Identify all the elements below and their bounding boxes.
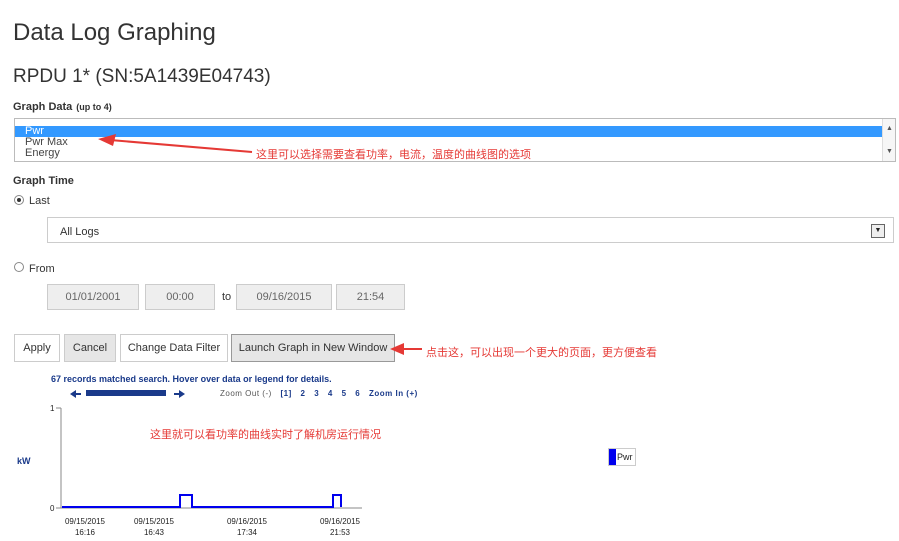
radio-last[interactable] bbox=[14, 195, 24, 205]
launch-graph-button[interactable]: Launch Graph in New Window bbox=[231, 334, 395, 362]
to-label: to bbox=[222, 291, 232, 303]
radio-last-label: Last bbox=[29, 195, 50, 207]
y-tick-label-0: 0 bbox=[50, 504, 55, 513]
y-axis-label: kW bbox=[17, 456, 31, 466]
records-text: 67 records matched search. Hover over da… bbox=[51, 374, 332, 384]
x-tick-date-0: 09/15/2015 bbox=[64, 517, 106, 526]
x-tick-label-2: 09/16/2015 17:34 bbox=[212, 516, 282, 538]
radio-from-label: From bbox=[29, 263, 55, 275]
legend-label: Pwr bbox=[617, 452, 633, 462]
x-tick-time-0: 16:16 bbox=[74, 528, 96, 537]
legend-swatch bbox=[609, 449, 616, 465]
x-tick-time-3: 21:53 bbox=[329, 528, 351, 537]
x-tick-date-1: 09/15/2015 bbox=[133, 517, 175, 526]
zoom-level-5[interactable]: 5 bbox=[342, 389, 347, 398]
from-time-field[interactable]: 00:00 bbox=[145, 284, 215, 310]
list-annotation: 这里可以选择需要查看功率，电流，温度的曲线图的选项 bbox=[256, 149, 531, 161]
pan-range-bar[interactable] bbox=[86, 390, 166, 396]
pan-right-icon[interactable] bbox=[174, 390, 185, 398]
page-title: Data Log Graphing bbox=[13, 19, 216, 46]
zoom-level-3[interactable]: 3 bbox=[314, 389, 319, 398]
series-pwr-line[interactable] bbox=[62, 494, 342, 508]
zoom-level-2[interactable]: 2 bbox=[301, 389, 306, 398]
launch-annotation-arrow-icon bbox=[390, 343, 422, 355]
to-time-field[interactable]: 21:54 bbox=[336, 284, 405, 310]
x-tick-label-1: 09/15/2015 16:43 bbox=[119, 516, 189, 538]
last-select[interactable]: All Logs ▼ bbox=[47, 217, 894, 243]
from-date-field[interactable]: 01/01/2001 bbox=[47, 284, 139, 310]
zoom-level-6[interactable]: 6 bbox=[355, 389, 360, 398]
zoom-level-1[interactable]: [1] bbox=[281, 389, 292, 398]
graph-data-label: Graph Data (up to 4) bbox=[13, 101, 112, 113]
legend-item-pwr[interactable]: Pwr bbox=[608, 448, 636, 466]
graph-time-label: Graph Time bbox=[13, 175, 74, 187]
device-title: RPDU 1* (SN:5A1439E04743) bbox=[13, 66, 271, 87]
pan-left-icon[interactable] bbox=[70, 390, 81, 398]
graph-annotation: 这里就可以看功率的曲线实时了解机房运行情况 bbox=[150, 429, 381, 441]
apply-button[interactable]: Apply bbox=[14, 334, 60, 362]
listbox-scrollbar[interactable]: ▲ ▼ bbox=[882, 119, 895, 161]
x-tick-time-2: 17:34 bbox=[236, 528, 258, 537]
zoom-controls: Zoom Out (-) [1] 2 3 4 5 6 Zoom In (+) bbox=[220, 389, 424, 398]
annotation-arrow-icon bbox=[98, 134, 253, 153]
scroll-down-icon[interactable]: ▼ bbox=[886, 148, 893, 155]
zoom-in-link[interactable]: Zoom In (+) bbox=[369, 389, 418, 398]
last-select-value: All Logs bbox=[60, 226, 100, 238]
chevron-down-icon[interactable]: ▼ bbox=[871, 224, 885, 238]
zoom-level-4[interactable]: 4 bbox=[328, 389, 333, 398]
change-data-filter-button[interactable]: Change Data Filter bbox=[120, 334, 228, 362]
x-tick-label-0: 09/15/2015 16:16 bbox=[50, 516, 120, 538]
y-tick-label-1: 1 bbox=[50, 404, 55, 413]
to-date-field[interactable]: 09/16/2015 bbox=[236, 284, 332, 310]
graph-data-label-text: Graph Data bbox=[13, 101, 73, 113]
graph-data-hint: (up to 4) bbox=[76, 102, 112, 112]
launch-annotation: 点击这，可以出现一个更大的页面，更方便查看 bbox=[426, 347, 657, 359]
x-tick-time-1: 16:43 bbox=[143, 528, 165, 537]
x-tick-label-3: 09/16/2015 21:53 bbox=[305, 516, 375, 538]
x-tick-date-3: 09/16/2015 bbox=[319, 517, 361, 526]
radio-from[interactable] bbox=[14, 262, 24, 272]
cancel-button[interactable]: Cancel bbox=[64, 334, 116, 362]
x-tick-date-2: 09/16/2015 bbox=[226, 517, 268, 526]
zoom-out-link[interactable]: Zoom Out (-) bbox=[220, 389, 272, 398]
scroll-up-icon[interactable]: ▲ bbox=[886, 125, 893, 132]
